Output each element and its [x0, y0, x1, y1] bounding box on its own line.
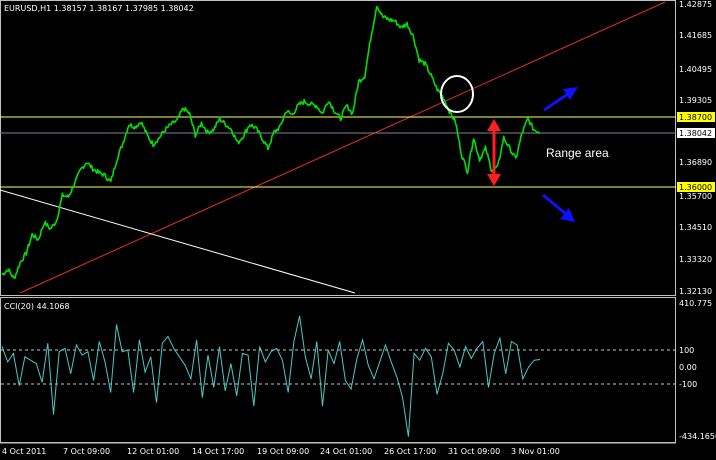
time-tick-label: 4 Oct 2011: [2, 447, 46, 456]
price-tick-label: 1.34510: [679, 223, 712, 232]
cci-tick-label: 0.00: [679, 363, 697, 372]
price-tick-label: 1.36890: [679, 158, 712, 167]
cci-tick-label: 410.775: [679, 299, 712, 308]
support-price-tag-text: 1.36000: [679, 183, 712, 192]
time-tick-label: 12 Oct 01:00: [127, 447, 179, 456]
time-tick-label: 31 Oct 09:00: [448, 447, 500, 456]
cci-tick-label: -434.1656: [679, 432, 716, 441]
cci-tick-label: 100: [679, 346, 694, 355]
resistance-price-tag-text: 1.38700: [679, 113, 712, 122]
price-tick-label: 1.33320: [679, 255, 712, 264]
price-tick-label: 1.35700: [679, 192, 712, 201]
time-tick-label: 19 Oct 09:00: [257, 447, 309, 456]
price-tick-label: 1.41685: [679, 31, 712, 40]
price-tick-label: 1.39305: [679, 96, 712, 105]
current-price-tag-text: 1.38042: [679, 129, 712, 138]
time-tick-label: 7 Oct 09:00: [63, 447, 110, 456]
price-tick-label: 1.42875: [679, 0, 712, 9]
time-tick-label: 26 Oct 17:00: [384, 447, 436, 456]
price-header: EURUSD,H1 1.38157 1.38167 1.37985 1.3804…: [4, 4, 194, 13]
time-tick-label: 24 Oct 01:00: [320, 447, 372, 456]
price-tick-label: 1.32130: [679, 287, 712, 296]
price-tick-label: 1.40495: [679, 65, 712, 74]
chart-background: [0, 0, 716, 460]
range-area-label: Range area: [546, 146, 609, 160]
trading-chart[interactable]: Range area EURUSD,H1 1.38157 1.38167 1.3…: [0, 0, 716, 460]
cci-tick-label: -100: [679, 380, 697, 389]
time-tick-label: 14 Oct 17:00: [192, 447, 244, 456]
cci-header: CCI(20) 44.1068: [4, 302, 70, 311]
time-tick-label: 3 Nov 01:00: [511, 447, 560, 456]
